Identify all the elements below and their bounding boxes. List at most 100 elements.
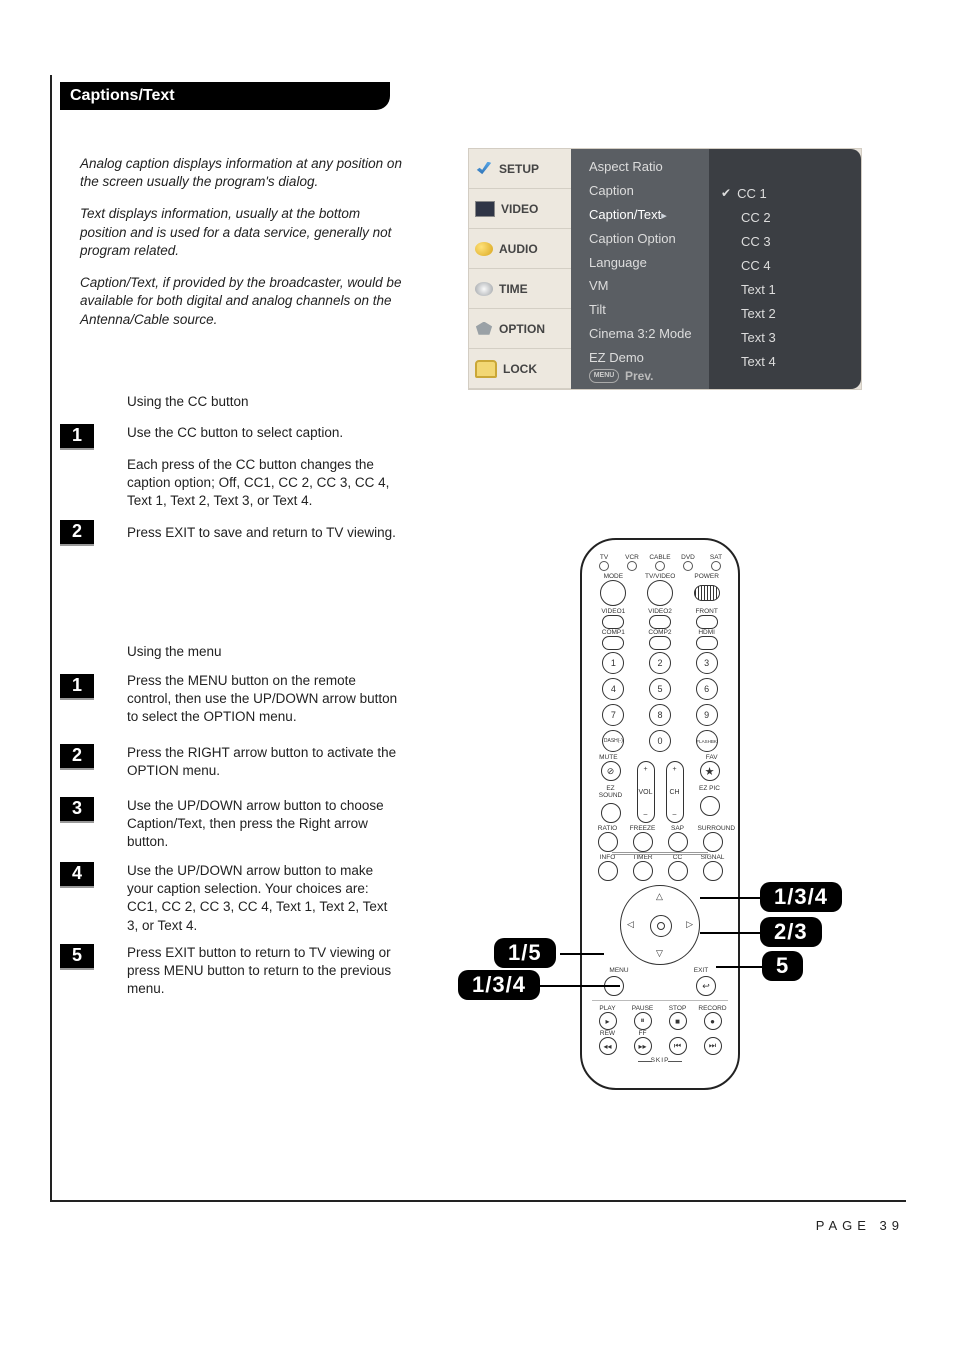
label-sap: SAP (663, 825, 693, 832)
label-timer: TIMER (628, 854, 658, 861)
label-comp1: COMP1 (598, 629, 628, 636)
dpad[interactable]: △ ▽ ◁ ▷ (620, 885, 700, 965)
leader-line (560, 953, 604, 955)
exit-button[interactable]: ↩ (696, 976, 716, 996)
osd-screenshot: SETUP VIDEO AUDIO TIME OPTION LOCK Aspec… (468, 148, 862, 390)
label-mute: MUTE (593, 754, 623, 761)
hdmi-button[interactable] (696, 636, 718, 650)
label-rew: REW (593, 1030, 623, 1037)
keypad-9-button[interactable]: 9 (696, 704, 718, 726)
ezsound-button[interactable] (601, 803, 621, 823)
ezpic-button[interactable] (700, 796, 720, 816)
fav-button[interactable]: ★ (700, 761, 720, 781)
tvvideo-button[interactable] (647, 580, 673, 606)
keypad-8-button[interactable]: 8 (649, 704, 671, 726)
stop-button[interactable]: ■ (669, 1012, 687, 1030)
rew-button[interactable]: ◂◂ (599, 1037, 617, 1055)
signal-button[interactable] (703, 861, 723, 881)
surround-button[interactable] (703, 832, 723, 852)
intro-p2: Text displays information, usually at th… (80, 205, 405, 260)
video2-button[interactable] (649, 615, 671, 629)
dpad-center[interactable] (650, 915, 672, 937)
front-button[interactable] (696, 615, 718, 629)
label-surround: SURROUND (698, 825, 728, 832)
osd-tab-label: SETUP (499, 162, 539, 176)
osd-prev: MENU Prev. (589, 369, 709, 383)
menu-step4: Use the UP/DOWN arrow button to make you… (127, 862, 402, 935)
label-hdmi: HDMI (692, 629, 722, 636)
ratio-button[interactable] (598, 832, 618, 852)
record-button[interactable]: ● (704, 1012, 722, 1030)
timer-button[interactable] (633, 861, 653, 881)
comp1-button[interactable] (602, 636, 624, 650)
label-ezsound: EZ SOUND (596, 785, 626, 799)
osd-option-label: Text 4 (741, 354, 776, 369)
led-indicator (655, 561, 665, 571)
keypad-6-button[interactable]: 6 (696, 678, 718, 700)
osd-option: CC 3 (721, 229, 861, 253)
play-button[interactable]: ▸ (599, 1012, 617, 1030)
osd-option-selected: CC 1 (721, 181, 861, 205)
osd-item: Caption (589, 179, 709, 203)
info-button[interactable] (598, 861, 618, 881)
menu-step3: Use the UP/DOWN arrow button to choose C… (127, 797, 402, 852)
mute-button[interactable]: ⊘ (601, 761, 621, 781)
video-icon (475, 201, 495, 217)
dpad-up-icon: △ (656, 891, 663, 902)
cc-button[interactable] (668, 861, 688, 881)
label-dvd: DVD (674, 554, 702, 561)
ch-label: CH (669, 789, 679, 796)
label-cc: CC (663, 854, 693, 861)
freeze-button[interactable] (633, 832, 653, 852)
sap-button[interactable] (668, 832, 688, 852)
keypad-2-button[interactable]: 2 (649, 652, 671, 674)
keypad-3-button[interactable]: 3 (696, 652, 718, 674)
label-exit: EXIT (686, 967, 716, 974)
keypad-7-button[interactable]: 7 (602, 704, 624, 726)
osd-prev-label: Prev. (625, 369, 653, 383)
label-vcr: VCR (618, 554, 646, 561)
section-header: Captions/Text (60, 82, 390, 110)
mode-button[interactable] (600, 580, 626, 606)
keypad-1-button[interactable]: 1 (602, 652, 624, 674)
keypad-4-button[interactable]: 4 (602, 678, 624, 700)
channel-rocker[interactable]: + CH – (666, 761, 684, 823)
option-icon (475, 322, 493, 336)
label-mode: MODE (598, 573, 628, 580)
callout-pill: 1/3/4 (760, 882, 842, 912)
label-fav: FAV (697, 754, 727, 761)
label-skip: SKIP (590, 1057, 730, 1064)
setup-icon (475, 162, 493, 176)
osd-menu-list: Aspect Ratio Caption Caption/Text Captio… (579, 149, 709, 389)
comp2-button[interactable] (649, 636, 671, 650)
led-indicator (683, 561, 693, 571)
flashbk-button[interactable]: FLASHBK (696, 730, 718, 752)
label-signal: SIGNAL (698, 854, 728, 861)
osd-tab-option: OPTION (469, 309, 571, 349)
osd-option-label: CC 3 (741, 234, 771, 249)
step-badge: 4 (60, 862, 94, 888)
video1-button[interactable] (602, 615, 624, 629)
skip-back-button[interactable]: ⏮ (669, 1037, 687, 1055)
cc-heading: Using the CC button (127, 394, 249, 409)
skip-fwd-button[interactable]: ⏭ (704, 1037, 722, 1055)
osd-option: Text 3 (721, 325, 861, 349)
keypad-0-button[interactable]: 0 (649, 730, 671, 752)
osd-option-label: CC 4 (741, 258, 771, 273)
volume-rocker[interactable]: + VOL – (637, 761, 655, 823)
ff-button[interactable]: ▸▸ (634, 1037, 652, 1055)
osd-tab-label: VIDEO (501, 202, 538, 216)
keypad-5-button[interactable]: 5 (649, 678, 671, 700)
menu-step2: Press the RIGHT arrow button to activate… (127, 744, 402, 780)
step-badge: 2 (60, 520, 94, 546)
plus-icon: + (643, 766, 647, 773)
power-button[interactable] (694, 585, 720, 601)
dpad-left-icon: ◁ (627, 919, 634, 930)
label-info: INFO (593, 854, 623, 861)
dash-button[interactable]: DASH(-) (602, 730, 624, 752)
menu-heading: Using the menu (127, 644, 222, 659)
pause-button[interactable]: ⏸ (634, 1012, 652, 1030)
minus-icon: – (673, 811, 677, 818)
label-video1: VIDEO1 (598, 608, 628, 615)
osd-option: CC 4 (721, 253, 861, 277)
